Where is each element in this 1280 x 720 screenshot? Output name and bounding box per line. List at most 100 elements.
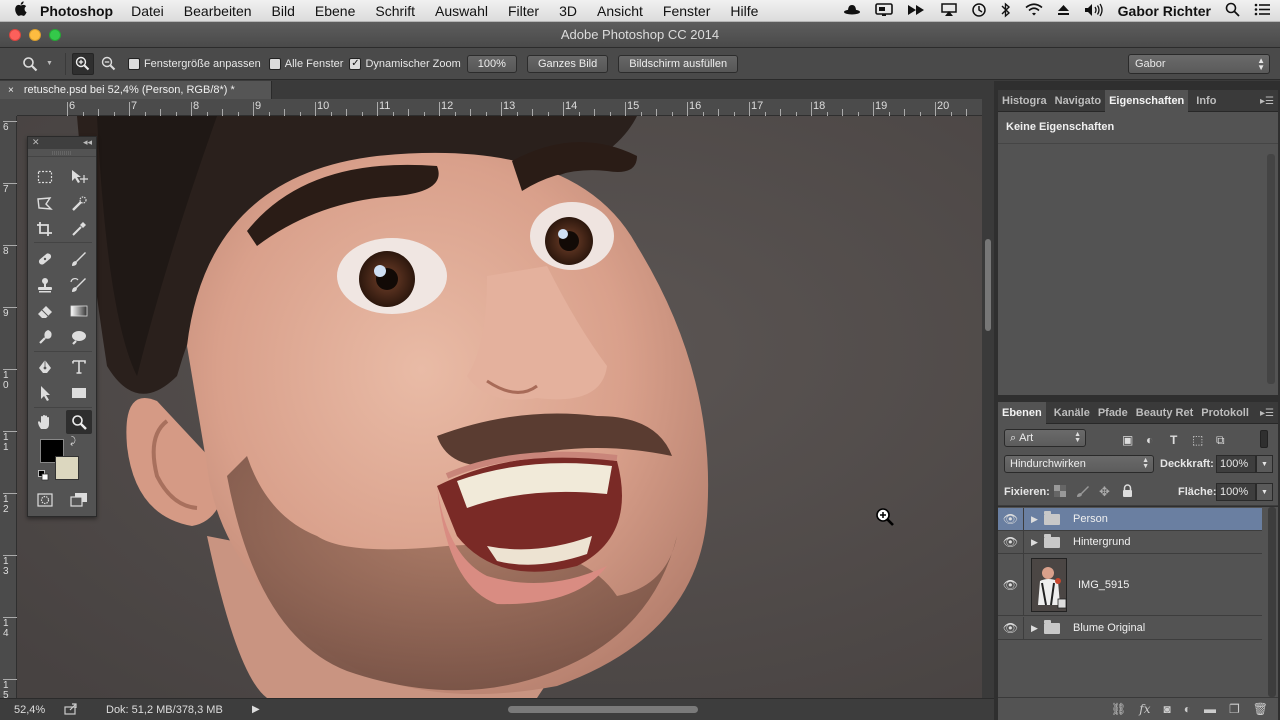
tools-panel-header[interactable]: ✕ ◂◂ xyxy=(28,137,96,149)
resize-windows-checkbox[interactable]: Fenstergröße anpassen xyxy=(127,57,261,70)
type-tool[interactable] xyxy=(66,355,92,379)
blend-mode-select[interactable]: Hindurchwirken ▲ ▼ xyxy=(1004,455,1154,473)
lock-transparency-icon[interactable] xyxy=(1054,485,1066,500)
rectangle-tool[interactable] xyxy=(66,381,92,405)
menu-bearbeiten[interactable]: Bearbeiten xyxy=(184,3,252,19)
dodge-tool[interactable] xyxy=(66,325,92,349)
fill-input[interactable]: 100% xyxy=(1216,483,1256,501)
minimize-window-button[interactable] xyxy=(29,29,41,41)
workspace-switcher[interactable]: Gabor ▲ ▼ xyxy=(1128,54,1270,74)
user-name[interactable]: Gabor Richter xyxy=(1118,3,1211,19)
marquee-tool[interactable] xyxy=(32,165,58,189)
filter-toggle-switch[interactable] xyxy=(1260,430,1268,448)
display-icon[interactable] xyxy=(874,2,893,20)
menu-schrift[interactable]: Schrift xyxy=(375,3,415,19)
tab-channels[interactable]: Kanäle xyxy=(1050,402,1094,424)
opacity-dropdown-icon[interactable]: ▼ xyxy=(1256,455,1273,473)
tab-histogram[interactable]: Histogra xyxy=(998,90,1051,112)
default-colors-icon[interactable] xyxy=(38,470,49,484)
vertical-ruler[interactable]: 67891 01 11 21 31 41 5 xyxy=(0,116,17,701)
menu-auswahl[interactable]: Auswahl xyxy=(435,3,488,19)
tab-history[interactable]: Protokoll xyxy=(1197,402,1253,424)
layer-row-blume-original[interactable]: 👁 ▶ Blume Original xyxy=(998,617,1262,640)
layer-row-person[interactable]: 👁 ▶ Person xyxy=(998,508,1262,531)
move-tool[interactable] xyxy=(66,165,92,189)
tab-beauty-retouch[interactable]: Beauty Ret xyxy=(1132,402,1197,424)
vertical-scroll-thumb[interactable] xyxy=(985,239,991,331)
layers-scrollbar[interactable] xyxy=(1268,507,1276,697)
volume-icon[interactable] xyxy=(1084,3,1104,20)
layers-panel-menu-icon[interactable]: ▸☰ xyxy=(1260,408,1274,419)
share-icon[interactable] xyxy=(64,703,78,718)
crop-tool[interactable] xyxy=(32,217,58,241)
expand-triangle-icon[interactable]: ▶ xyxy=(1031,514,1038,525)
tab-layers[interactable]: Ebenen xyxy=(998,401,1046,424)
zoom-100-button[interactable]: 100% xyxy=(466,54,517,73)
close-window-button[interactable] xyxy=(9,29,21,41)
tool-preset-picker[interactable] xyxy=(22,56,46,72)
layer-filter-kind-select[interactable]: ⌕ Art ▲ ▼ xyxy=(1004,429,1086,447)
notification-center-icon[interactable] xyxy=(1254,3,1270,19)
add-mask-icon[interactable]: ◙ xyxy=(1164,702,1171,716)
canvas-vertical-scrollbar[interactable] xyxy=(982,99,994,698)
lasso-tool[interactable] xyxy=(32,192,58,216)
zoom-tool[interactable] xyxy=(66,410,92,434)
panel-grip[interactable] xyxy=(28,149,96,157)
app-menu[interactable]: Photoshop xyxy=(40,3,113,19)
adjustment-layer-filter-icon[interactable]: ◐ xyxy=(1146,433,1153,447)
document-size-info[interactable]: Dok: 51,2 MB/378,3 MB xyxy=(106,704,223,716)
bluetooth-icon[interactable] xyxy=(1001,1,1011,21)
apple-menu-icon[interactable] xyxy=(0,1,40,20)
horizontal-ruler[interactable]: 6 7 8 9 10 11 12 13 14 15 16 17 18 19 20 xyxy=(17,99,983,116)
dynamic-zoom-checkbox[interactable]: ✓ Dynamischer Zoom xyxy=(349,57,461,70)
tab-properties[interactable]: Eigenschaften xyxy=(1105,89,1189,112)
forward-arrows-icon[interactable] xyxy=(907,4,927,19)
swap-colors-icon[interactable]: ⤸ xyxy=(70,436,76,447)
fill-dropdown-icon[interactable]: ▼ xyxy=(1256,483,1273,501)
spotlight-search-icon[interactable] xyxy=(1225,2,1240,20)
airplay-icon[interactable] xyxy=(940,2,957,20)
tab-info[interactable]: Info xyxy=(1192,90,1220,112)
eye-icon[interactable]: 👁 xyxy=(998,554,1024,615)
hand-tool[interactable] xyxy=(32,410,58,434)
expand-triangle-icon[interactable]: ▶ xyxy=(1031,623,1038,634)
zoom-out-button[interactable] xyxy=(98,53,120,75)
menu-ansicht[interactable]: Ansicht xyxy=(597,3,643,19)
new-layer-icon[interactable]: ❐ xyxy=(1229,702,1240,716)
trash-icon[interactable]: 🗑 xyxy=(1253,702,1268,716)
close-panel-icon[interactable]: ✕ xyxy=(32,137,40,148)
type-layer-filter-icon[interactable]: T xyxy=(1170,433,1177,447)
healing-brush-tool[interactable] xyxy=(32,247,58,271)
all-windows-checkbox[interactable]: Alle Fenster xyxy=(268,57,343,70)
ruler-origin[interactable] xyxy=(0,99,17,116)
collapse-panel-icon[interactable]: ◂◂ xyxy=(83,137,92,148)
document-canvas[interactable] xyxy=(17,116,982,698)
chevron-down-icon[interactable]: ▼ xyxy=(46,60,53,67)
path-selection-tool[interactable] xyxy=(32,381,58,405)
clone-stamp-tool[interactable] xyxy=(32,273,58,297)
zoom-window-button[interactable] xyxy=(49,29,61,41)
zoom-in-button[interactable] xyxy=(71,52,94,75)
play-arrow-icon[interactable]: ▶ xyxy=(252,704,260,715)
background-color-swatch[interactable] xyxy=(55,456,79,480)
screen-mode-tool[interactable] xyxy=(66,488,92,512)
menu-hilfe[interactable]: Hilfe xyxy=(730,3,758,19)
lock-position-move-icon[interactable]: ✥ xyxy=(1099,484,1110,500)
close-tab-icon[interactable]: × xyxy=(8,85,14,96)
opacity-input[interactable]: 100% xyxy=(1216,455,1256,473)
zoom-level[interactable]: 52,4% xyxy=(14,704,45,716)
blur-tool[interactable] xyxy=(32,325,58,349)
fit-screen-button[interactable]: Ganzes Bild xyxy=(526,54,609,73)
eraser-tool[interactable] xyxy=(32,299,58,323)
quick-selection-tool[interactable] xyxy=(66,192,92,216)
layer-row-img-5915[interactable]: 👁 IMG_5915 xyxy=(998,554,1262,616)
panel-menu-icon[interactable]: ▸☰ xyxy=(1260,96,1274,107)
eye-icon[interactable]: 👁 xyxy=(998,617,1024,639)
menu-datei[interactable]: Datei xyxy=(131,3,164,19)
menu-ebene[interactable]: Ebene xyxy=(315,3,355,19)
gradient-tool[interactable] xyxy=(66,299,92,323)
history-brush-tool[interactable] xyxy=(66,273,92,297)
smart-object-filter-icon[interactable]: ⧉ xyxy=(1216,433,1225,448)
brush-tool[interactable] xyxy=(66,247,92,271)
document-tab[interactable]: × retusche.psd bei 52,4% (Person, RGB/8*… xyxy=(0,81,272,99)
